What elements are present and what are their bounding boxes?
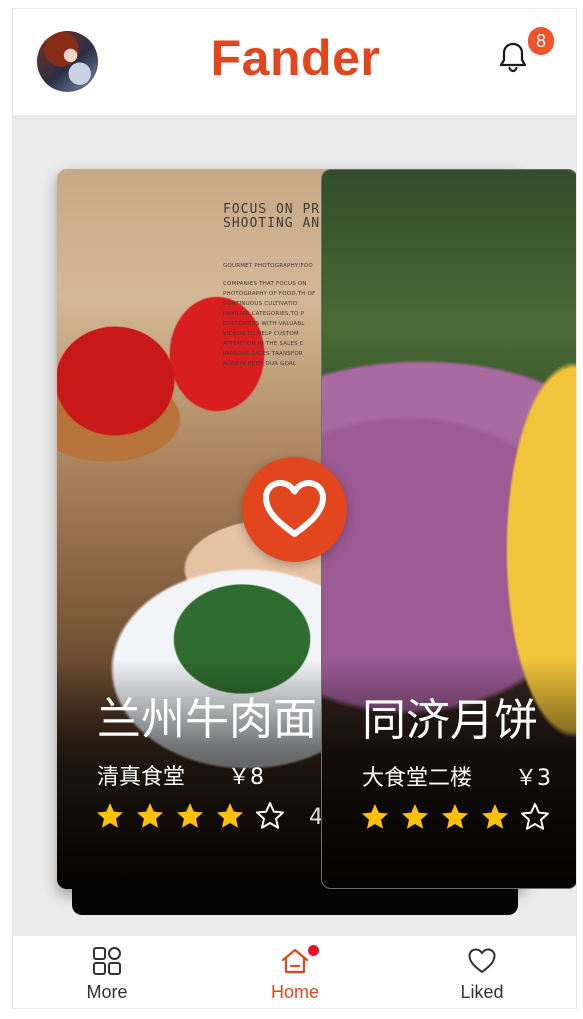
- grid-icon: [93, 947, 121, 975]
- card-meta: 大食堂二楼 ￥3: [362, 760, 551, 792]
- card-title: 同济月饼: [362, 695, 538, 746]
- card-meta: 清真食堂 ￥8: [97, 759, 264, 791]
- nav-label-home: Home: [270, 982, 319, 1002]
- star-filled-icon: [177, 803, 203, 828]
- home-notification-dot: [308, 945, 319, 956]
- star-filled-icon: [362, 804, 388, 829]
- app-title: Fander: [210, 30, 381, 86]
- star-empty-icon: [521, 803, 549, 830]
- nav-label-liked: Liked: [460, 982, 504, 1002]
- photo-caption-text: COMPANIES THAT FOCUS ON PHOTOGRAPHY OF F…: [223, 281, 316, 367]
- notification-badge: 8: [528, 27, 554, 55]
- food-card[interactable]: 同济月饼 大食堂二楼 ￥3: [321, 169, 576, 889]
- card-title: 兰州牛肉面: [97, 694, 317, 745]
- nav-item-more[interactable]: More: [47, 936, 167, 1008]
- photo-caption-sub: GOURMET PHOTOGRAPHY/FOO: [223, 263, 313, 269]
- card-location: 清真食堂: [97, 765, 186, 790]
- heart-icon: [263, 480, 326, 537]
- like-button[interactable]: [242, 457, 347, 562]
- nav-item-home[interactable]: Home: [235, 936, 355, 1008]
- photo-caption-heading: FOCUS ON PR SHOOTING AND: [223, 202, 329, 231]
- app-screen: Fander 8 FOCUS ON PR SHOOTING AND GOURME…: [12, 8, 577, 1009]
- home-icon: [281, 948, 309, 974]
- nav-item-liked[interactable]: Liked: [422, 936, 542, 1008]
- star-filled-icon: [137, 803, 163, 828]
- photo-caption-body: GOURMET PHOTOGRAPHY/FOO COMPANIES THAT F…: [223, 261, 319, 369]
- card-location: 大食堂二楼: [362, 766, 473, 791]
- nav-label-more: More: [86, 982, 128, 1002]
- star-filled-icon: [97, 803, 123, 828]
- top-bar: Fander 8: [13, 9, 576, 115]
- star-filled-icon: [217, 803, 243, 828]
- rating-stars: [360, 802, 550, 832]
- card-price: ￥8: [228, 765, 265, 790]
- star-filled-icon: [442, 804, 468, 829]
- star-filled-icon: [402, 804, 428, 829]
- rating-stars: [95, 801, 285, 831]
- heart-outline-icon: [468, 948, 496, 973]
- star-filled-icon: [482, 804, 508, 829]
- bell-icon[interactable]: [497, 41, 529, 75]
- star-empty-icon: [256, 802, 284, 829]
- bottom-nav: More Home Liked: [13, 935, 576, 1008]
- card-price: ￥3: [515, 766, 552, 791]
